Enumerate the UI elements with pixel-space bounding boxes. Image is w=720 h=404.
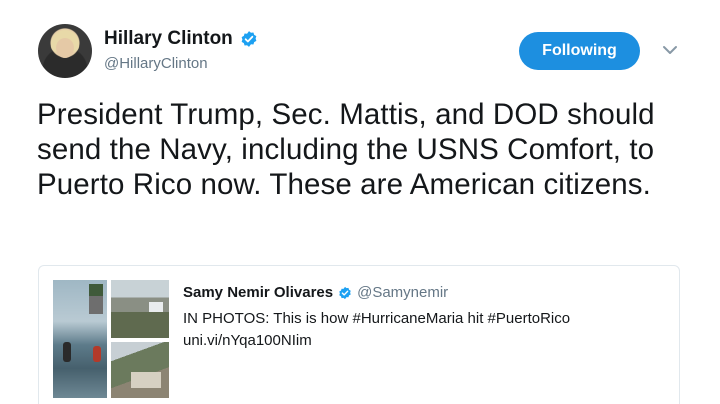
verified-badge-icon [339, 286, 351, 299]
quoted-author-handle[interactable]: @Samynemir [357, 284, 448, 301]
tweet-text: President Trump, Sec. Mattis, and DOD sh… [37, 98, 655, 201]
wall-shape [131, 372, 161, 388]
person-shape [93, 346, 101, 362]
quoted-photo-road[interactable] [111, 280, 169, 338]
quoted-author-name[interactable]: Samy Nemir Olivares [183, 284, 333, 301]
author-name-row: Hillary Clinton [104, 28, 258, 50]
quoted-photo-flooded-street[interactable] [53, 280, 107, 398]
person-shape [63, 342, 71, 362]
author-handle[interactable]: @HillaryClinton [104, 55, 208, 72]
author-display-name[interactable]: Hillary Clinton [104, 28, 233, 50]
quoted-author-row: Samy Nemir Olivares @Samynemir [183, 284, 448, 301]
avatar[interactable] [38, 24, 92, 78]
vehicle-shape [149, 302, 163, 312]
verified-badge-icon [241, 31, 257, 47]
avatar-face [56, 38, 74, 58]
quoted-tweet[interactable]: Samy Nemir Olivares @Samynemir IN PHOTOS… [38, 265, 680, 404]
quoted-photo-damage[interactable] [111, 342, 169, 398]
quoted-tweet-link[interactable]: uni.vi/nYqa100NIim [183, 332, 312, 349]
following-button[interactable]: Following [519, 32, 640, 70]
palm-tree-shape [89, 284, 103, 314]
chevron-down-icon[interactable] [662, 44, 678, 56]
quoted-tweet-text: IN PHOTOS: This is how #HurricaneMaria h… [183, 310, 571, 327]
